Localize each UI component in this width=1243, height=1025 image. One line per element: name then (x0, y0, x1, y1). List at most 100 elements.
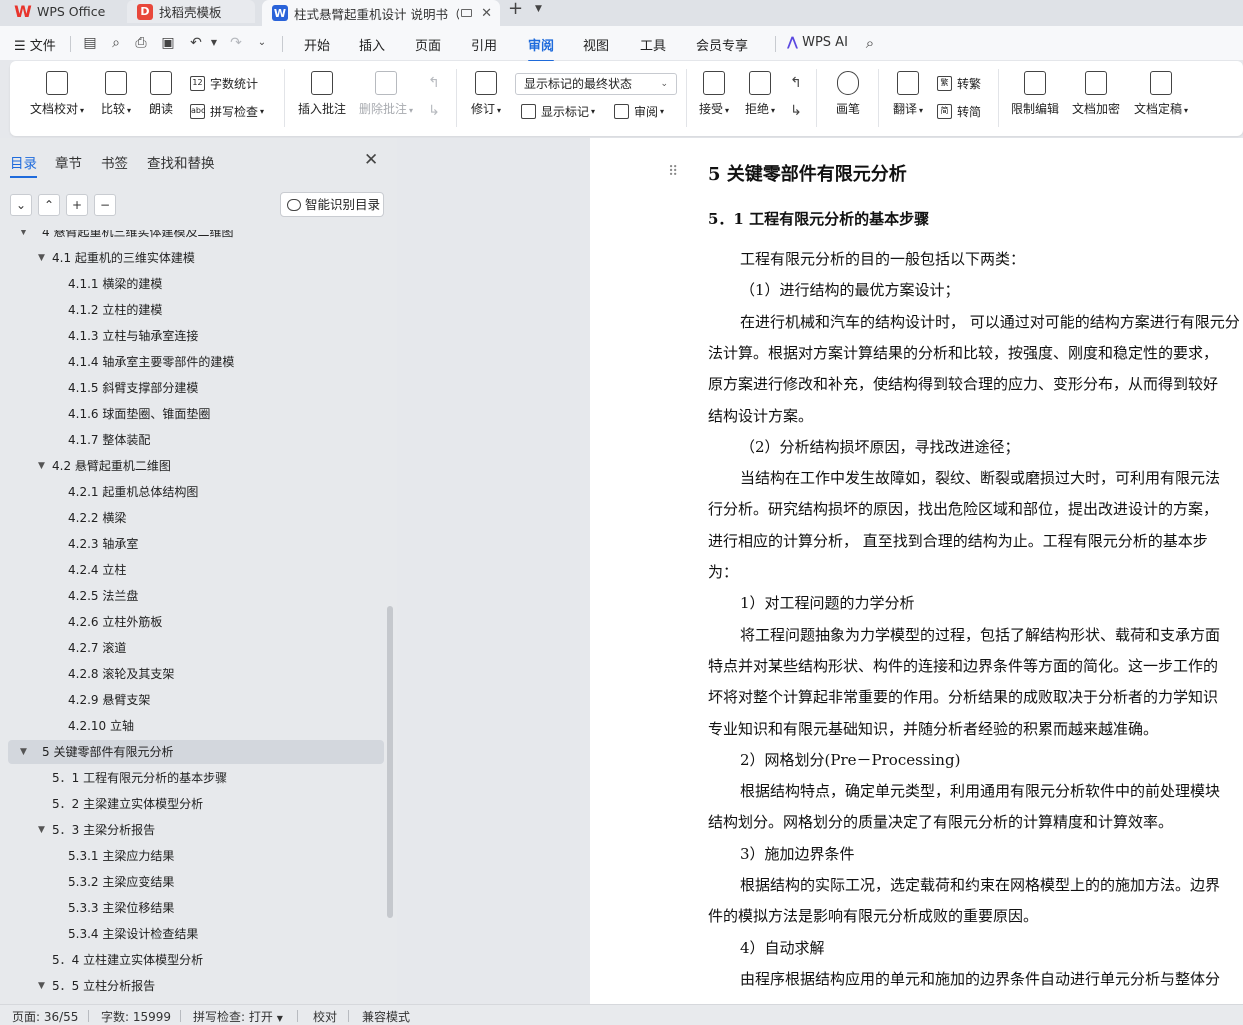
chevron-down-icon[interactable]: ▼ (535, 4, 542, 14)
tab-find-replace[interactable]: 查找和替换 (147, 152, 215, 172)
tab-daoke-templates[interactable]: D 找稻壳模板 (127, 0, 255, 23)
spell-check-status[interactable]: 拼写检查: 打开 ▼ (193, 1008, 283, 1025)
toc-item[interactable]: 4.2.4 立柱 (8, 558, 384, 582)
tab-wps-office[interactable]: W WPS Office (5, 0, 120, 23)
track-changes-button[interactable]: 修订 ▾ (466, 71, 506, 117)
insert-comment-button[interactable]: 插入批注 (296, 71, 348, 117)
doc-proofread-button[interactable]: 文档校对 ▾ (26, 71, 88, 117)
wps-ai-button[interactable]: ⋀ WPS AI (787, 35, 848, 50)
read-aloud-button[interactable]: 朗读 (146, 71, 176, 117)
next-change-icon[interactable]: ↳ (788, 103, 804, 119)
toc-item[interactable]: 4.2.1 起重机总体结构图 (8, 480, 384, 504)
toc-item[interactable]: 4.2.6 立柱外筋板 (8, 610, 384, 634)
close-icon[interactable]: ✕ (364, 150, 378, 170)
accept-button[interactable]: 接受 ▾ (694, 71, 734, 117)
monitor-icon[interactable] (461, 9, 472, 17)
to-simplified-button[interactable]: 简转简 (937, 103, 981, 120)
format-painter-icon[interactable]: ⌕ (108, 35, 124, 51)
previous-change-icon[interactable]: ↰ (788, 75, 804, 91)
redo-icon[interactable]: ↷ (228, 35, 244, 51)
restrict-editing-button[interactable]: 限制编辑 (1008, 71, 1062, 117)
menu-references[interactable]: 引用 (471, 35, 497, 54)
close-tab-icon[interactable]: ✕ (481, 6, 492, 21)
tab-chapters[interactable]: 章节 (55, 152, 82, 172)
document-encrypt-button[interactable]: 文档加密 (1069, 71, 1123, 117)
toc-item[interactable]: ▼ 5．3 主梁分析报告 (8, 818, 384, 842)
review-pane-button[interactable]: 审阅 ▾ (614, 103, 664, 120)
toc-item[interactable]: 4.2.10 立轴 (8, 714, 384, 738)
add-heading-icon[interactable]: + (66, 194, 88, 216)
toc-item[interactable]: 4.1.6 球面垫圈、锥面垫圈 (8, 402, 384, 426)
toc-item[interactable]: 4.2.9 悬臂支架 (8, 688, 384, 712)
document-finalize-button[interactable]: 文档定稿 ▾ (1130, 71, 1192, 117)
toc-item[interactable]: 5．1 工程有限元分析的基本步骤 (8, 766, 384, 790)
word-count-button[interactable]: 12 字数统计 (190, 75, 258, 92)
print-preview-icon[interactable]: ▣ (160, 35, 176, 51)
tab-active-document[interactable]: W 柱式悬臂起重机设计 说明书（ ✕ (262, 0, 500, 26)
next-comment-icon[interactable]: ↳ (426, 103, 442, 119)
toc-item[interactable]: 4.1.5 斜臂支撑部分建模 (8, 376, 384, 400)
toc-item[interactable]: 5．4 立柱建立实体模型分析 (8, 948, 384, 972)
menu-insert[interactable]: 插入 (359, 35, 385, 54)
toc-item[interactable]: ▼ 4.1 起重机的三维实体建模 (8, 246, 384, 270)
search-icon[interactable]: ⌕ (862, 35, 878, 51)
new-tab-plus-icon[interactable]: + (508, 0, 523, 18)
file-menu[interactable]: ☰ 文件 (14, 35, 56, 54)
tab-toc[interactable]: 目录 (10, 152, 37, 178)
remove-heading-icon[interactable]: − (94, 194, 116, 216)
toc-item[interactable]: 4.2.3 轴承室 (8, 532, 384, 556)
toc-item[interactable]: 4.2.8 滚轮及其支架 (8, 662, 384, 686)
expand-toggle-icon[interactable]: ▼ (38, 818, 45, 842)
print-icon[interactable]: ⎙ (133, 35, 149, 51)
menu-start[interactable]: 开始 (304, 35, 330, 54)
menu-view[interactable]: 视图 (583, 35, 609, 54)
save-icon[interactable]: ▤ (82, 35, 98, 51)
toc-item[interactable]: 4.1.7 整体装配 (8, 428, 384, 452)
compare-button[interactable]: 比较 ▾ (96, 71, 136, 117)
expand-toggle-icon[interactable]: ▼ (38, 454, 45, 478)
toc-item[interactable]: ▼ 4 悬臂起重机三维实体建模及二维图 (8, 230, 384, 244)
expand-toggle-icon[interactable]: ▼ (38, 246, 45, 270)
toc-item[interactable]: 4.2.2 横梁 (8, 506, 384, 530)
spell-check-button[interactable]: abc 拼写检查 ▾ (190, 103, 264, 120)
reject-button[interactable]: 拒绝 ▾ (740, 71, 780, 117)
toc-item[interactable]: 4.1.3 立柱与轴承室连接 (8, 324, 384, 348)
menu-page[interactable]: 页面 (415, 35, 441, 54)
toc-item[interactable]: 4.1.2 立柱的建模 (8, 298, 384, 322)
toc-item[interactable]: 4.1.1 横梁的建模 (8, 272, 384, 296)
expand-toggle-icon[interactable]: ▼ (38, 974, 45, 998)
menu-review[interactable]: 审阅 (528, 35, 555, 62)
expand-toggle-icon[interactable]: ▼ (20, 740, 27, 764)
toc-item[interactable]: 4.1.4 轴承室主要零部件的建模 (8, 350, 384, 374)
toc-item[interactable]: ▼ 5．5 立柱分析报告 (8, 974, 384, 998)
menu-tools[interactable]: 工具 (640, 35, 666, 54)
pen-button[interactable]: 画笔 (830, 71, 866, 117)
show-markup-button[interactable]: 显示标记 ▾ (521, 103, 595, 120)
toc-item[interactable]: ▼ 5 关键零部件有限元分析 (8, 740, 384, 764)
toc-item[interactable]: 4.2.5 法兰盘 (8, 584, 384, 608)
proofread-status[interactable]: 校对 (313, 1008, 337, 1025)
drag-handle-icon[interactable]: ⠿ (668, 164, 678, 180)
toc-item[interactable]: 4.2.7 滚道 (8, 636, 384, 660)
expand-down-icon[interactable]: ⌄ (10, 194, 32, 216)
smart-toc-button[interactable]: 智能识别目录 (280, 192, 384, 217)
menu-member[interactable]: 会员专享 (696, 35, 748, 54)
translate-button[interactable]: 翻译 ▾ (888, 71, 928, 117)
markup-state-select[interactable]: 显示标记的最终状态 ⌄ (515, 73, 677, 95)
undo-icon[interactable]: ↶ (188, 35, 204, 51)
delete-comment-button[interactable]: 删除批注 ▾ (356, 71, 416, 117)
toc-item[interactable]: ▼ 4.2 悬臂起重机二维图 (8, 454, 384, 478)
previous-comment-icon[interactable]: ↰ (426, 75, 442, 91)
to-traditional-button[interactable]: 繁转繁 (937, 75, 981, 92)
word-count-indicator[interactable]: 字数: 15999 (101, 1008, 171, 1025)
collapse-up-icon[interactable]: ⌃ (38, 194, 60, 216)
toc-item[interactable]: 5.3.1 主梁应力结果 (8, 844, 384, 868)
toc-item[interactable]: 5.3.4 主梁设计检查结果 (8, 922, 384, 946)
more-chevron-icon[interactable]: ⌄ (254, 35, 270, 51)
toc-item[interactable]: 5.3.3 主梁位移结果 (8, 896, 384, 920)
undo-dropdown-icon[interactable]: ▼ (206, 35, 222, 51)
document-page[interactable]: ⠿ 5 关键零部件有限元分析 5．1 工程有限元分析的基本步骤 工程有限元分析的… (590, 138, 1243, 1004)
tab-bookmarks[interactable]: 书签 (101, 152, 128, 172)
toc-item[interactable]: 5.3.2 主梁应变结果 (8, 870, 384, 894)
expand-toggle-icon[interactable]: ▼ (20, 230, 27, 244)
